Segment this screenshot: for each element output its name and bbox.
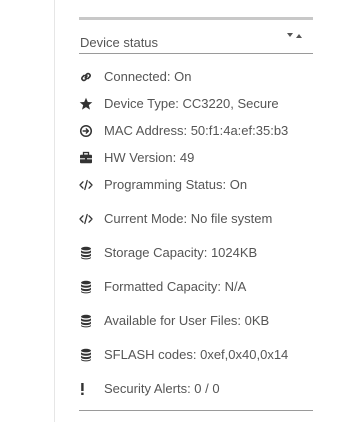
status-row-available-user-files: Available for User Files: 0KB: [79, 311, 313, 331]
panel-header[interactable]: Device status: [79, 20, 313, 54]
status-row-current-mode: Current Mode: No file system: [79, 209, 313, 229]
status-row-device-type: Device Type: CC3220, Secure: [79, 94, 313, 114]
database-icon: [81, 314, 91, 328]
status-row-label: Available for User Files: 0KB: [104, 313, 270, 328]
panel-bottom-line: [79, 410, 313, 411]
link-icon: [81, 72, 91, 82]
status-row-label: Security Alerts: 0 / 0: [104, 381, 220, 396]
status-row-hw-version: HW Version: 49: [79, 148, 313, 168]
code-icon: [79, 179, 93, 191]
status-row-label: Programming Status: On: [104, 177, 248, 192]
exclamation-icon: [81, 383, 84, 395]
panel-title: Device status: [80, 35, 159, 50]
status-row-formatted-capacity: Formatted Capacity: N/A: [79, 277, 313, 297]
status-row-label: Connected: On: [104, 69, 192, 84]
status-row-connected: Connected: On: [79, 67, 313, 87]
left-border: [54, 0, 55, 422]
status-row-label: MAC Address: 50:f1:4a:ef:35:b3: [104, 123, 289, 138]
star-icon: [79, 97, 93, 110]
database-icon: [81, 280, 91, 294]
status-row-label: SFLASH codes: 0xef,0x40,0x14: [104, 347, 289, 362]
status-row-label: Current Mode: No file system: [104, 211, 273, 226]
database-icon: [81, 246, 91, 260]
status-row-label: Formatted Capacity: N/A: [104, 279, 247, 294]
status-row-label: HW Version: 49: [104, 150, 195, 165]
status-row-security-alerts: Security Alerts: 0 / 0: [79, 379, 313, 399]
database-icon: [81, 348, 91, 362]
arrow-circle-icon: [79, 124, 93, 138]
status-row-storage-capacity: Storage Capacity: 1024KB: [79, 243, 313, 263]
status-row-sflash-codes: SFLASH codes: 0xef,0x40,0x14: [79, 345, 313, 365]
sort-toggle-icon[interactable]: [287, 32, 303, 42]
briefcase-icon: [80, 151, 92, 164]
status-row-label: Storage Capacity: 1024KB: [104, 245, 258, 260]
status-row-programming-status: Programming Status: On: [79, 175, 313, 195]
code-icon: [79, 213, 93, 225]
device-status-panel: Device status Connected: On Device Type:…: [79, 17, 313, 411]
status-row-mac-address: MAC Address: 50:f1:4a:ef:35:b3: [79, 121, 313, 141]
status-row-label: Device Type: CC3220, Secure: [104, 96, 279, 111]
